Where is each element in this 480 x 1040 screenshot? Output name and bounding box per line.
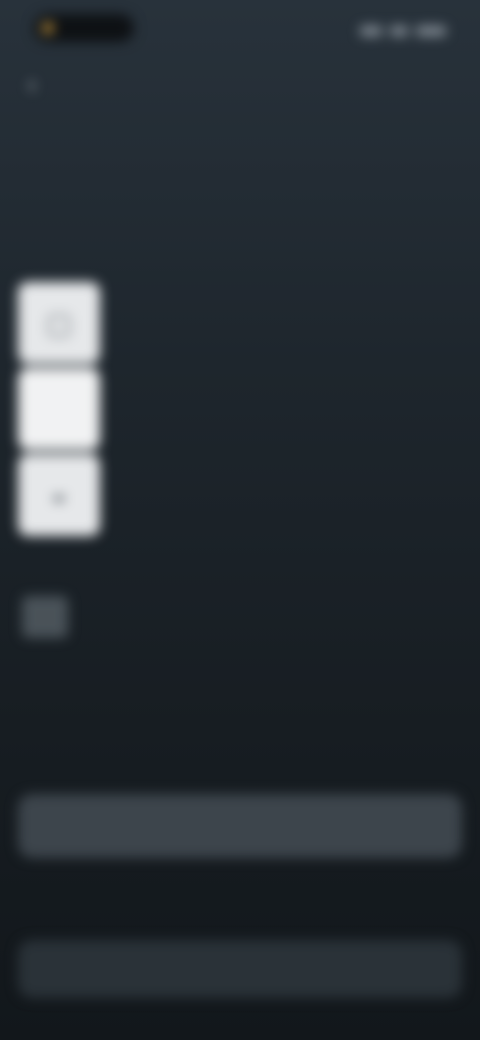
signal-icon xyxy=(360,26,382,36)
list-item[interactable]: ◒ xyxy=(18,454,462,538)
chevron-left-icon: ‹ xyxy=(28,71,36,98)
battery-icon xyxy=(416,26,446,36)
secondary-action-button[interactable] xyxy=(18,940,462,998)
document-icon xyxy=(22,596,68,638)
primary-action-button[interactable] xyxy=(18,794,462,858)
back-button[interactable]: ‹ xyxy=(28,71,50,98)
status-icons xyxy=(352,22,446,40)
recording-indicator-icon xyxy=(42,22,54,34)
app-screen: ‹ ▢ ◒ xyxy=(0,0,480,1040)
list-item[interactable] xyxy=(18,368,462,452)
top-nav: ‹ xyxy=(0,62,480,112)
wifi-icon xyxy=(390,26,408,36)
status-bar xyxy=(0,0,480,60)
card-icon: ▢ xyxy=(18,282,100,364)
blank-icon xyxy=(18,368,100,450)
status-pill xyxy=(34,14,134,42)
list-item[interactable]: ▢ xyxy=(18,282,462,366)
wallet-icon: ◒ xyxy=(18,454,100,536)
